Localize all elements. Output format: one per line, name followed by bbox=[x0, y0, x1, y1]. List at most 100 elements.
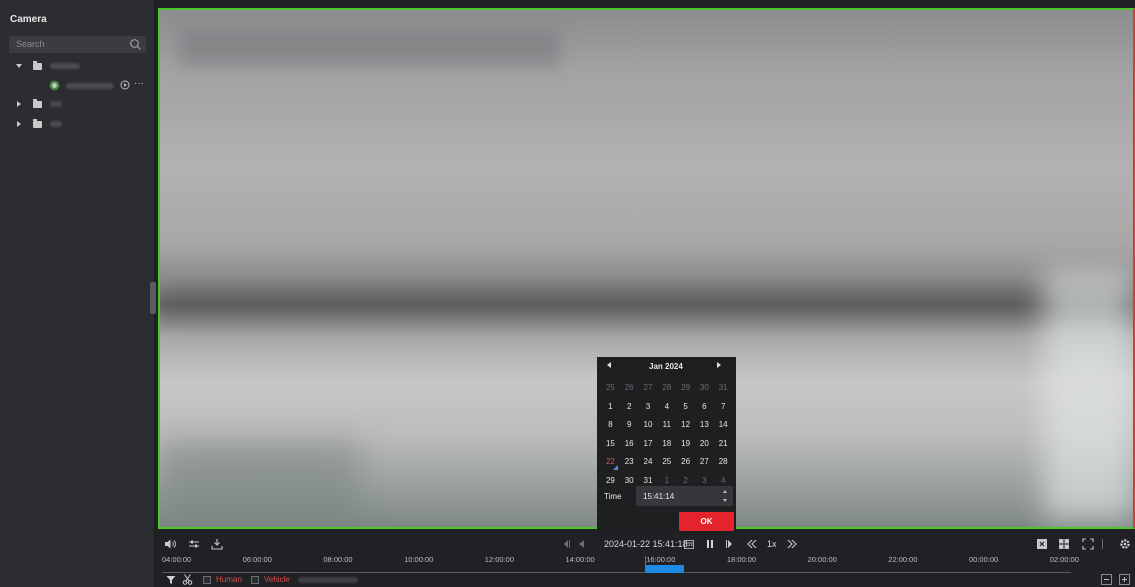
calendar-day[interactable]: 28 bbox=[657, 379, 676, 398]
timeline-hour-label: 06:00:00 bbox=[242, 555, 272, 564]
calendar-day[interactable]: 2 bbox=[620, 398, 639, 417]
camera-status-icon bbox=[49, 80, 60, 91]
collapse-arrow-icon[interactable] bbox=[17, 101, 21, 107]
camera-sidebar: Camera Search ··· bbox=[0, 0, 155, 587]
calendar-week-row: 8 9 10 11 12 13 14 bbox=[601, 416, 733, 435]
prev-month-icon[interactable] bbox=[607, 362, 611, 368]
filter-icon[interactable] bbox=[166, 575, 176, 585]
time-label: Time bbox=[604, 492, 622, 501]
calendar-day[interactable]: 16 bbox=[620, 435, 639, 454]
play-circle-icon[interactable] bbox=[120, 80, 130, 90]
tree-node-area-1[interactable] bbox=[0, 58, 154, 74]
playback-datetime: 2024-01-22 15:41:18 bbox=[604, 539, 688, 549]
calendar-day-selected[interactable]: 22 bbox=[601, 453, 620, 472]
date-picker-popup: Jan 2024 25 26 27 28 29 30 31 1 2 3 4 5 6 7 8 9 10 11 12 13… bbox=[597, 357, 736, 533]
calendar-day[interactable]: 25 bbox=[657, 453, 676, 472]
volume-icon[interactable] bbox=[164, 538, 176, 550]
tree-node-area-3[interactable] bbox=[0, 116, 154, 132]
calendar-day[interactable]: 26 bbox=[620, 379, 639, 398]
calendar-day[interactable]: 21 bbox=[714, 435, 733, 454]
timeline-hour-label: 12:00:00 bbox=[484, 555, 514, 564]
adjust-icon[interactable] bbox=[188, 538, 200, 550]
calendar-day[interactable]: 26 bbox=[676, 453, 695, 472]
timeline-hour-label: 16:00:00 bbox=[646, 555, 676, 564]
reverse-play-icon[interactable] bbox=[576, 538, 588, 550]
time-input[interactable]: 15:41:14 bbox=[636, 486, 733, 506]
more-options-icon[interactable]: ··· bbox=[134, 78, 144, 89]
blurred-scene-light bbox=[1043, 270, 1133, 520]
timeline-hour-label: 04:00:00 bbox=[162, 555, 192, 564]
calendar-day[interactable]: 31 bbox=[714, 379, 733, 398]
recording-segment[interactable] bbox=[646, 565, 684, 573]
calendar-day[interactable]: 17 bbox=[639, 435, 658, 454]
search-icon[interactable] bbox=[129, 38, 142, 51]
calendar-day[interactable]: 3 bbox=[639, 398, 658, 417]
human-checkbox[interactable] bbox=[203, 576, 211, 584]
calendar-day[interactable]: 18 bbox=[657, 435, 676, 454]
node-label-blurred bbox=[50, 63, 80, 69]
frame-forward-icon[interactable] bbox=[724, 538, 736, 550]
timeline-hour-label: 20:00:00 bbox=[807, 555, 837, 564]
filter-blurred-text bbox=[298, 577, 358, 583]
download-icon[interactable] bbox=[211, 538, 223, 550]
toolbar-divider bbox=[1102, 539, 1103, 549]
human-label: Human bbox=[216, 575, 242, 584]
collapse-arrow-icon[interactable] bbox=[17, 121, 21, 127]
calendar-day[interactable]: 8 bbox=[601, 416, 620, 435]
calendar-week-row: 22 23 24 25 26 27 28 bbox=[601, 453, 733, 472]
calendar-day[interactable]: 28 bbox=[714, 453, 733, 472]
slow-down-icon[interactable] bbox=[746, 538, 758, 550]
calendar-day[interactable]: 23 bbox=[620, 453, 639, 472]
calendar-day[interactable]: 24 bbox=[639, 453, 658, 472]
ok-button[interactable]: OK bbox=[679, 512, 734, 531]
calendar-day[interactable]: 20 bbox=[695, 435, 714, 454]
playhead-cursor[interactable] bbox=[645, 556, 646, 572]
time-spinner-icon[interactable] bbox=[723, 490, 727, 502]
calendar-day[interactable]: 5 bbox=[676, 398, 695, 417]
frame-back-icon[interactable] bbox=[560, 538, 572, 550]
calendar-day[interactable]: 30 bbox=[695, 379, 714, 398]
calendar-day[interactable]: 13 bbox=[695, 416, 714, 435]
next-month-icon[interactable] bbox=[717, 362, 721, 368]
sidebar-title: Camera bbox=[10, 14, 47, 25]
calendar-day[interactable]: 29 bbox=[601, 472, 620, 491]
calendar-day[interactable]: 7 bbox=[714, 398, 733, 417]
blurred-scene-corner bbox=[160, 440, 360, 527]
blurred-overlay-text bbox=[180, 30, 560, 66]
scissors-icon[interactable] bbox=[182, 574, 193, 585]
calendar-day[interactable]: 15 bbox=[601, 435, 620, 454]
zoom-in-icon[interactable] bbox=[1119, 574, 1130, 585]
calendar-day[interactable]: 12 bbox=[676, 416, 695, 435]
layout-grid-icon[interactable] bbox=[1058, 538, 1070, 550]
tree-node-area-2[interactable] bbox=[0, 96, 154, 112]
calendar-day[interactable]: 29 bbox=[676, 379, 695, 398]
expand-arrow-icon[interactable] bbox=[16, 64, 22, 68]
tree-node-camera[interactable]: ··· bbox=[0, 78, 154, 94]
settings-gear-icon[interactable] bbox=[1119, 538, 1131, 550]
calendar-day[interactable]: 1 bbox=[601, 398, 620, 417]
calendar-icon[interactable] bbox=[683, 538, 695, 550]
timeline-bar[interactable]: 04:00:00 06:00:00 08:00:00 10:00:00 12:00:00… bbox=[156, 555, 1135, 573]
calendar-day[interactable]: 25 bbox=[601, 379, 620, 398]
calendar-day[interactable]: 9 bbox=[620, 416, 639, 435]
speed-up-icon[interactable] bbox=[786, 538, 798, 550]
fullscreen-icon[interactable] bbox=[1082, 538, 1094, 550]
calendar-day[interactable]: 14 bbox=[714, 416, 733, 435]
zoom-out-icon[interactable] bbox=[1101, 574, 1112, 585]
close-window-icon[interactable] bbox=[1036, 538, 1048, 550]
calendar-day[interactable]: 10 bbox=[639, 416, 658, 435]
calendar-day[interactable]: 6 bbox=[695, 398, 714, 417]
calendar-day[interactable]: 27 bbox=[695, 453, 714, 472]
calendar-day[interactable]: 19 bbox=[676, 435, 695, 454]
sidebar-collapse-handle[interactable] bbox=[150, 282, 156, 314]
pause-icon[interactable] bbox=[704, 538, 716, 550]
calendar-day-grid: 25 26 27 28 29 30 31 1 2 3 4 5 6 7 8 9 10 11 12 13 14 15 16 17 1… bbox=[601, 379, 733, 490]
calendar-day[interactable]: 11 bbox=[657, 416, 676, 435]
blurred-scene-band bbox=[160, 290, 1133, 320]
search-input[interactable]: Search bbox=[9, 36, 146, 53]
vehicle-label: Vehicle bbox=[264, 575, 290, 584]
camera-label-blurred bbox=[66, 83, 114, 89]
calendar-day[interactable]: 27 bbox=[639, 379, 658, 398]
calendar-day[interactable]: 4 bbox=[657, 398, 676, 417]
vehicle-checkbox[interactable] bbox=[251, 576, 259, 584]
